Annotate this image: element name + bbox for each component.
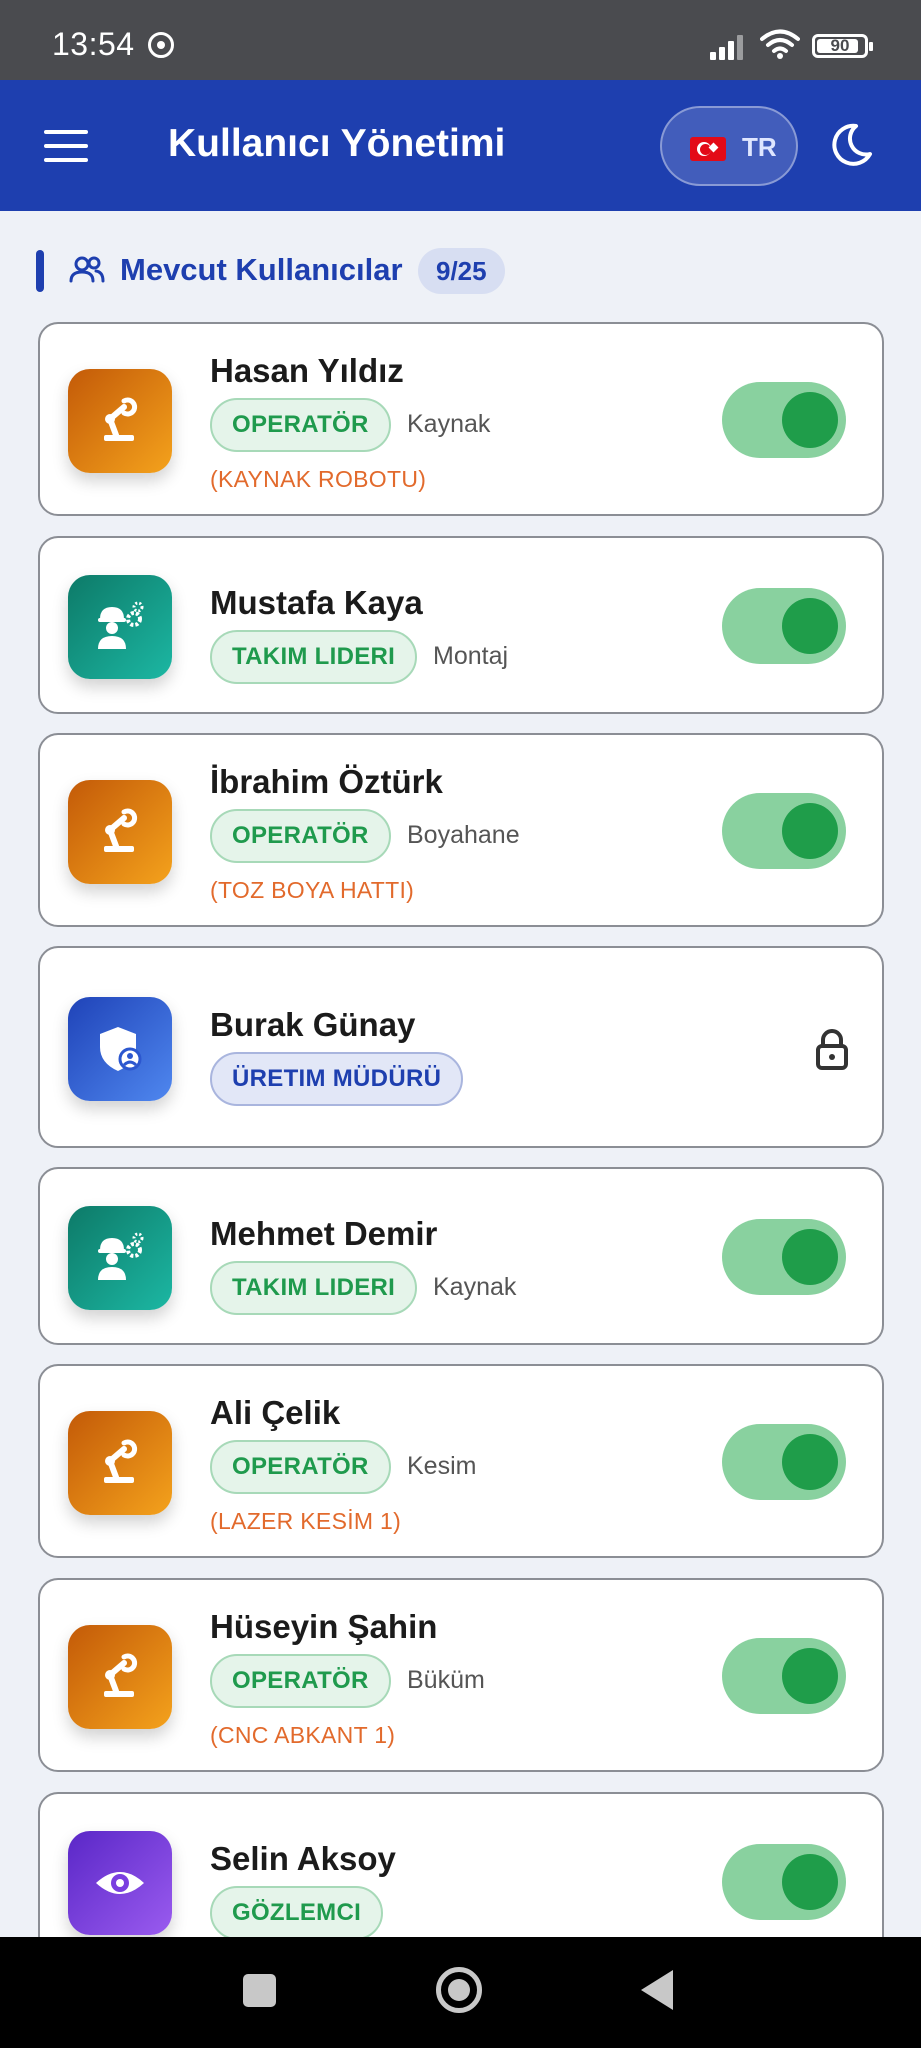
user-card[interactable]: Ali Çelik OPERATÖR Kesim (LAZER KESİM 1) (38, 1364, 884, 1558)
user-machine: (TOZ BOYA HATTI) (210, 877, 415, 903)
user-department: Kaynak (407, 410, 491, 438)
user-avatar (68, 780, 172, 884)
user-department: Kaynak (433, 1273, 517, 1301)
app-bar: Kullanıcı Yönetimi TR (0, 80, 921, 211)
user-avatar (68, 1625, 172, 1729)
status-time: 13:54 (52, 26, 135, 62)
user-active-toggle[interactable] (722, 1219, 846, 1295)
user-name: Selin Aksoy (210, 1840, 396, 1877)
settings-notification-icon (148, 32, 174, 58)
back-button[interactable] (641, 1970, 673, 2010)
toggle-knob (782, 392, 838, 448)
user-avatar (68, 1411, 172, 1515)
worker-gears-icon (98, 601, 144, 649)
battery-icon: 90 (812, 34, 873, 58)
robot-arm-icon (104, 808, 138, 852)
user-machine: (CNC ABKANT 1) (210, 1722, 396, 1748)
worker-gears-icon (98, 1232, 144, 1280)
shield-user-icon (100, 1027, 142, 1071)
user-machine: (KAYNAK ROBOTU) (210, 466, 427, 492)
hamburger-icon (44, 130, 88, 134)
page-title: Kullanıcı Yönetimi (168, 122, 506, 165)
user-card[interactable]: Mehmet Demir TAKIM LIDERI Kaynak (38, 1167, 884, 1345)
users-icon (69, 256, 105, 283)
language-label: TR (742, 132, 777, 162)
user-machine: (LAZER KESİM 1) (210, 1508, 402, 1534)
user-avatar (68, 1206, 172, 1310)
eye-icon (96, 1872, 144, 1894)
role-badge: OPERATÖR (210, 809, 391, 863)
user-name: Mehmet Demir (210, 1215, 438, 1252)
role-badge: GÖZLEMCI (210, 1886, 384, 1940)
home-button[interactable] (436, 1967, 482, 2013)
toggle-knob (782, 1229, 838, 1285)
user-name: İbrahim Öztürk (210, 763, 443, 800)
toggle-knob (782, 1434, 838, 1490)
user-active-toggle[interactable] (722, 1844, 846, 1920)
user-department: Montaj (433, 642, 509, 670)
user-name: Ali Çelik (210, 1394, 341, 1431)
robot-arm-icon (104, 1439, 138, 1483)
user-name: Burak Günay (210, 1006, 416, 1043)
signal-icon (710, 30, 750, 60)
battery-level: 90 (830, 36, 850, 55)
user-active-toggle[interactable] (722, 382, 846, 458)
section-header: Mevcut Kullanıcılar 9/25 (36, 248, 896, 294)
user-card[interactable]: Burak Günay ÜRETIM MÜDÜRÜ (38, 946, 884, 1148)
user-department: Boyahane (407, 821, 520, 849)
robot-arm-icon (104, 1653, 138, 1697)
toggle-knob (782, 1648, 838, 1704)
user-name: Hasan Yıldız (210, 352, 404, 389)
user-count-badge: 9/25 (418, 248, 505, 294)
role-badge: TAKIM LIDERI (210, 1261, 418, 1315)
role-badge: OPERATÖR (210, 1654, 391, 1708)
user-active-toggle[interactable] (722, 1424, 846, 1500)
section-title: Mevcut Kullanıcılar (120, 252, 403, 287)
user-card[interactable]: Mustafa Kaya TAKIM LIDERI Montaj (38, 536, 884, 714)
status-bar: 13:54 90 (0, 0, 921, 80)
role-badge: TAKIM LIDERI (210, 630, 418, 684)
dark-mode-toggle-icon[interactable] (830, 122, 874, 168)
user-card[interactable]: İbrahim Öztürk OPERATÖR Boyahane (TOZ BO… (38, 733, 884, 927)
user-department: Büküm (407, 1666, 485, 1694)
user-card[interactable]: Hasan Yıldız OPERATÖR Kaynak (KAYNAK ROB… (38, 322, 884, 516)
language-button[interactable]: TR (660, 106, 798, 186)
toggle-knob (782, 803, 838, 859)
user-avatar (68, 369, 172, 473)
role-badge: OPERATÖR (210, 398, 391, 452)
lock-icon (816, 1029, 848, 1070)
wifi-icon (760, 29, 800, 59)
turkey-flag-icon (690, 137, 726, 161)
toggle-knob (782, 598, 838, 654)
robot-arm-icon (104, 397, 138, 441)
user-avatar (68, 1831, 172, 1935)
role-badge: ÜRETIM MÜDÜRÜ (210, 1052, 464, 1106)
system-nav-bar (0, 1937, 921, 2048)
user-active-toggle[interactable] (722, 793, 846, 869)
role-badge: OPERATÖR (210, 1440, 391, 1494)
user-department: Kesim (407, 1452, 477, 1480)
user-active-toggle[interactable] (722, 1638, 846, 1714)
user-name: Mustafa Kaya (210, 584, 423, 621)
user-avatar (68, 575, 172, 679)
user-avatar (68, 997, 172, 1101)
user-card[interactable]: Hüseyin Şahin OPERATÖR Büküm (CNC ABKANT… (38, 1578, 884, 1772)
section-accent-bar (36, 250, 44, 292)
menu-button[interactable] (44, 130, 88, 162)
user-name: Hüseyin Şahin (210, 1608, 438, 1645)
user-active-toggle[interactable] (722, 588, 846, 664)
toggle-knob (782, 1854, 838, 1910)
recent-apps-button[interactable] (243, 1974, 276, 2007)
